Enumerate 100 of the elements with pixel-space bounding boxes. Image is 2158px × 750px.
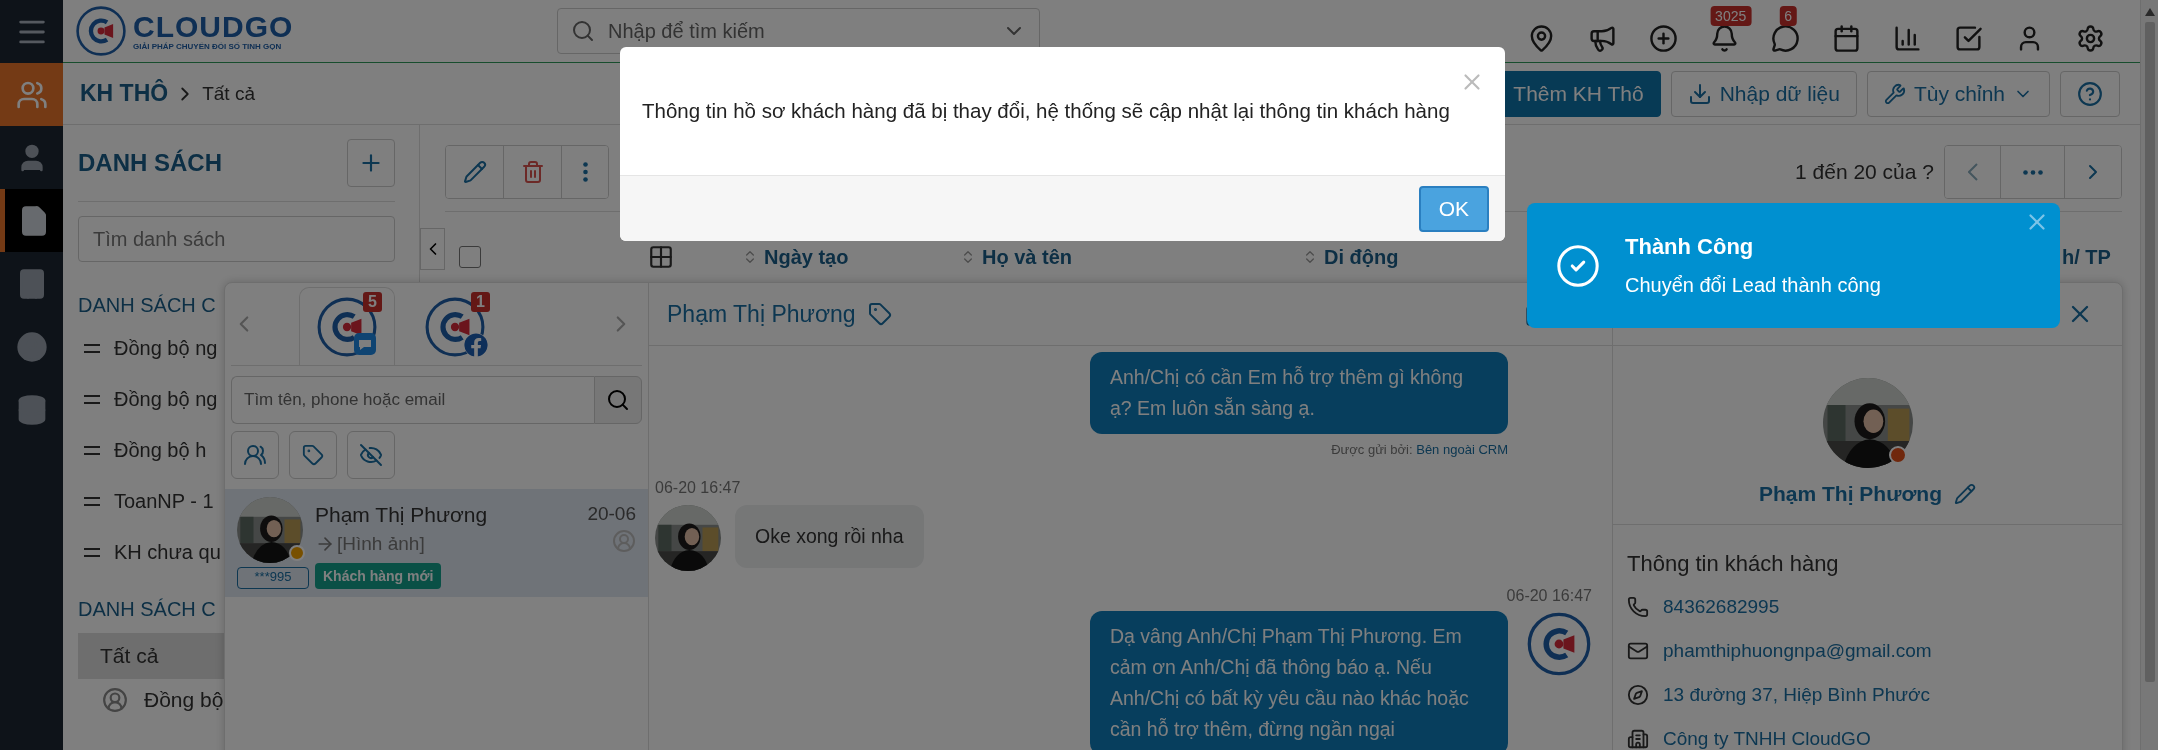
checkbox-icon[interactable] [1954,23,1983,53]
message-time: 06-20 16:47 [1506,587,1592,605]
search-icon [606,388,630,412]
count-badge: 3025 [1710,5,1752,26]
account-tab[interactable]: 1 [407,287,503,365]
status-dot [289,545,305,561]
trash-icon [520,160,545,184]
breadcrumb-current: Tất cả [202,82,255,105]
list-item[interactable]: Đồng bộ [144,688,224,712]
eye-off-icon [359,443,383,467]
scrollbar-thumb[interactable] [2144,22,2155,682]
grid-icon[interactable] [648,244,674,270]
list-item[interactable]: ToanNP - 1 [114,490,214,513]
import-button[interactable]: Nhập dữ liệu [1670,70,1857,117]
group-filter-button[interactable] [231,431,279,479]
select-all-checkbox[interactable] [459,246,481,268]
message-bubble: Oke xong rồi nha [735,505,924,568]
account-tab[interactable]: 5 [299,287,395,365]
info-value[interactable]: phamthiphuongnpa@gmail.com [1663,640,1932,662]
more-icon [582,162,588,182]
section-title: Thông tin khách hàng [1626,550,1840,578]
add-list-button[interactable] [347,139,395,187]
logo-avatar-icon [1526,611,1592,677]
count-badge: 6 [1779,5,1798,26]
info-value[interactable]: 13 đường 37, Hiệp Bình Phước [1663,684,1930,706]
help-icon [2077,80,2103,107]
drag-icon [84,496,100,507]
logo-name: CLOUDGO [133,11,294,42]
customize-button[interactable]: Tùy chỉnh [1866,70,2050,117]
users-icon [243,443,267,467]
list-item[interactable]: Đồng bộ h [114,439,207,462]
sender-link[interactable]: Bên ngoài CRM [1416,442,1508,457]
toast-message: Chuyển đổi Lead thành công [1625,274,1881,297]
panel-title: DANH SÁCH [78,149,222,177]
dialog-message: Thông tin hồ sơ khách hàng đã bị thay đổi, hệ thống sẽ cập nhật lại thông tin khách hàng [642,99,1450,123]
tag-filter-button[interactable] [289,431,337,479]
ok-button[interactable]: OK [1418,185,1489,232]
drag-icon [84,394,100,405]
compass-icon [1627,684,1649,706]
mail-icon [1627,640,1649,662]
chat-app-icon [354,333,376,355]
info-value[interactable]: Công ty TNHH CloudGO [1663,728,1871,750]
message-bubble: Dạ vâng Anh/Chị Phạm Thị Phương. Em cảm ơn Anh/Chị đã thông báo ạ. Nếu Anh/Chị có bất kỳ yêu cầu nào khác hoặc cần hỗ trợ thêm, đừng ngần ngại [1090,611,1508,750]
help-button[interactable] [2060,70,2120,117]
toast-title: Thành Công [1625,234,1755,260]
check-circle-icon [1555,242,1601,289]
megaphone-icon[interactable] [1588,23,1617,53]
facebook-icon [464,333,488,357]
wrench-icon [1883,82,1906,105]
section-title: DANH SÁCH C [78,598,216,621]
pencil-icon [462,160,487,184]
list-item[interactable]: KH chưa qu [114,541,221,564]
chevron-left-icon [1967,163,1978,181]
contact-name: Phạm Thị Phương [315,503,489,527]
message-time: 06-20 16:47 [655,479,742,497]
ellipsis-icon [2022,169,2043,175]
tag-icon[interactable] [867,302,892,326]
sent-by-note: Được gửi bởi: Bên ngoài CRM [1331,442,1508,457]
bell-icon[interactable] [1710,23,1739,53]
list-item[interactable]: Đồng bộ ng [114,388,218,411]
logo-tagline: GIẢI PHÁP CHUYỂN ĐỔI SỐ TINH GỌN [133,41,283,51]
conversation-date: 20-06 [587,503,636,525]
phone-tag: ***995 [237,567,309,589]
count-badge: 5 [363,292,382,312]
pager-range: 1 đến 20 của ? [1795,160,1934,184]
collapse-button[interactable] [420,228,445,270]
list-item[interactable]: Đồng bộ ng [114,337,218,360]
chat-icon[interactable] [1771,23,1800,53]
chart-icon[interactable] [1893,23,1922,53]
column-header[interactable]: Họ và tên [982,245,1073,269]
scroll-up-icon[interactable] [2144,8,2155,16]
conversation-item[interactable]: Phạm Thị Phương [Hình ảnh] 20-06 ***995 Khách hàng mới [225,489,648,597]
list-search-field[interactable]: Tìm danh sách [78,216,395,262]
logo-icon [75,5,127,57]
breadcrumb-module[interactable]: KH THÔ [80,80,169,107]
search-button[interactable] [594,376,642,424]
customer-tag: Khách hàng mới [315,563,442,589]
message-bubble: Anh/Chị có cần Em hỗ trợ thêm gì không ạ? Em luôn sẵn sàng ạ. [1090,352,1508,434]
user-avatar-icon [612,529,636,553]
chat-contact-name: Phạm Thị Phương [667,300,856,328]
contact-search-field[interactable]: Tìm tên, phone hoặc email [231,376,594,424]
calendar-icon[interactable] [1832,23,1861,53]
count-badge: 1 [471,292,490,312]
drag-icon [84,547,100,558]
help-mark[interactable]: ? [1922,160,1934,183]
hidden-filter-button[interactable] [347,431,395,479]
message-preview: [Hình ảnh] [337,533,425,555]
drag-icon [84,445,100,456]
edit-button[interactable] [446,146,504,198]
column-header[interactable]: h/ TP [2062,245,2111,269]
filter-item[interactable]: Tất cả [78,633,224,679]
info-value[interactable]: 84362682995 [1663,596,1780,618]
column-header[interactable]: Di động [1324,245,1399,269]
plus-circle-icon[interactable] [1649,23,1678,53]
settings-icon[interactable] [2076,23,2105,53]
column-header[interactable]: Ngày tạo [764,245,849,269]
edit-icon[interactable] [1954,483,1976,505]
profile-name: Phạm Thị Phương [1759,482,1942,506]
search-icon [571,19,595,43]
tag-icon [302,444,324,466]
